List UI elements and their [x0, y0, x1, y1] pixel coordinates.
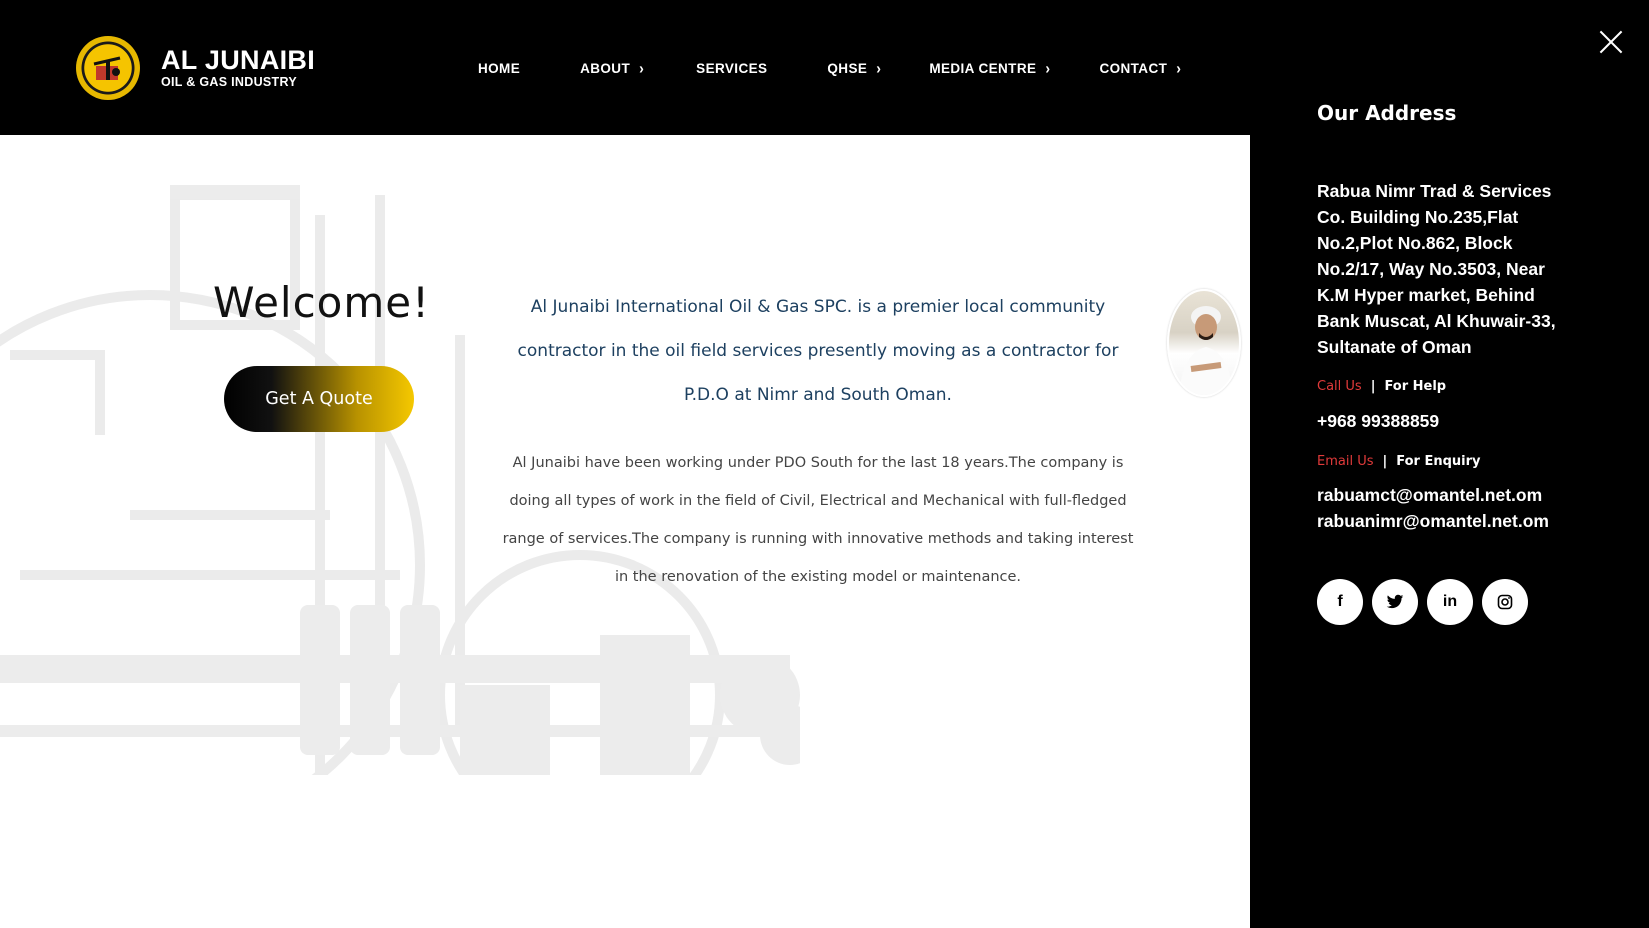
nav-services[interactable]: SERVICES [696, 61, 767, 76]
twitter-icon[interactable] [1372, 579, 1418, 625]
chairman-avatar [1167, 289, 1241, 397]
company-logo-icon [76, 36, 140, 100]
nav-qhse[interactable]: QHSE › [827, 59, 882, 77]
email-link-1[interactable]: rabuamct@omantel.net.om [1317, 485, 1542, 506]
nav-services-label: SERVICES [696, 60, 768, 76]
email-us-line: Email Us | For Enquiry [1317, 454, 1481, 469]
nav-contact-label: CONTACT [1099, 60, 1168, 76]
site-header: AL JUNAIBI OIL & GAS INDUSTRY HOME ABOUT… [0, 0, 1250, 135]
intro-body-text: Al Junaibi have been working under PDO S… [502, 455, 1134, 585]
nav-media-centre-label: MEDIA CENTRE [929, 60, 1037, 76]
instagram-icon[interactable] [1482, 579, 1528, 625]
linkedin-icon[interactable]: in [1427, 579, 1473, 625]
address-text: Rabua Nimr Trad & Services Co. Building … [1317, 181, 1556, 357]
brand-tagline: OIL & GAS INDUSTRY [161, 75, 297, 89]
email-us-separator: | [1382, 454, 1388, 469]
for-enquiry-label: For Enquiry [1396, 454, 1481, 469]
call-us-separator: | [1370, 379, 1376, 394]
nav-about-label: ABOUT [580, 60, 631, 76]
facebook-glyph: f [1337, 593, 1343, 610]
call-us-label: Call Us [1317, 379, 1362, 394]
chevron-right-icon: › [639, 59, 645, 77]
get-a-quote-button[interactable]: Get A Quote [224, 366, 414, 432]
intro-lead-text: Al Junaibi International Oil & Gas SPC. … [517, 297, 1119, 405]
chevron-right-icon: › [1045, 59, 1051, 77]
chevron-right-icon: › [1176, 59, 1182, 77]
nav-contact[interactable]: CONTACT › [1099, 59, 1182, 77]
close-icon[interactable] [1599, 30, 1623, 54]
welcome-heading: Welcome! [213, 278, 430, 327]
social-links: f in [1317, 579, 1537, 625]
panel-title: Our Address [1317, 101, 1457, 125]
email-link-2[interactable]: rabuanimr@omantel.net.om [1317, 511, 1549, 532]
nav-media-centre[interactable]: MEDIA CENTRE › [929, 59, 1051, 77]
main-nav: HOME ABOUT › SERVICES QHSE › MEDIA CENTR… [478, 59, 1182, 77]
call-us-line: Call Us | For Help [1317, 379, 1446, 394]
brand-logo-link[interactable]: AL JUNAIBI OIL & GAS INDUSTRY [76, 36, 315, 100]
chevron-right-icon: › [876, 59, 882, 77]
nav-qhse-label: QHSE [827, 60, 868, 76]
linkedin-glyph: in [1442, 593, 1458, 610]
brand-name: AL JUNAIBI [161, 45, 316, 75]
for-help-label: For Help [1384, 379, 1447, 394]
page: AL JUNAIBI OIL & GAS INDUSTRY HOME ABOUT… [0, 0, 1649, 928]
facebook-icon[interactable]: f [1317, 579, 1363, 625]
nav-about[interactable]: ABOUT › [580, 59, 645, 77]
nav-home-label: HOME [478, 60, 521, 76]
email-us-label: Email Us [1317, 454, 1374, 469]
phone-link[interactable]: +968 99388859 [1317, 411, 1439, 432]
nav-home[interactable]: HOME [478, 61, 520, 76]
